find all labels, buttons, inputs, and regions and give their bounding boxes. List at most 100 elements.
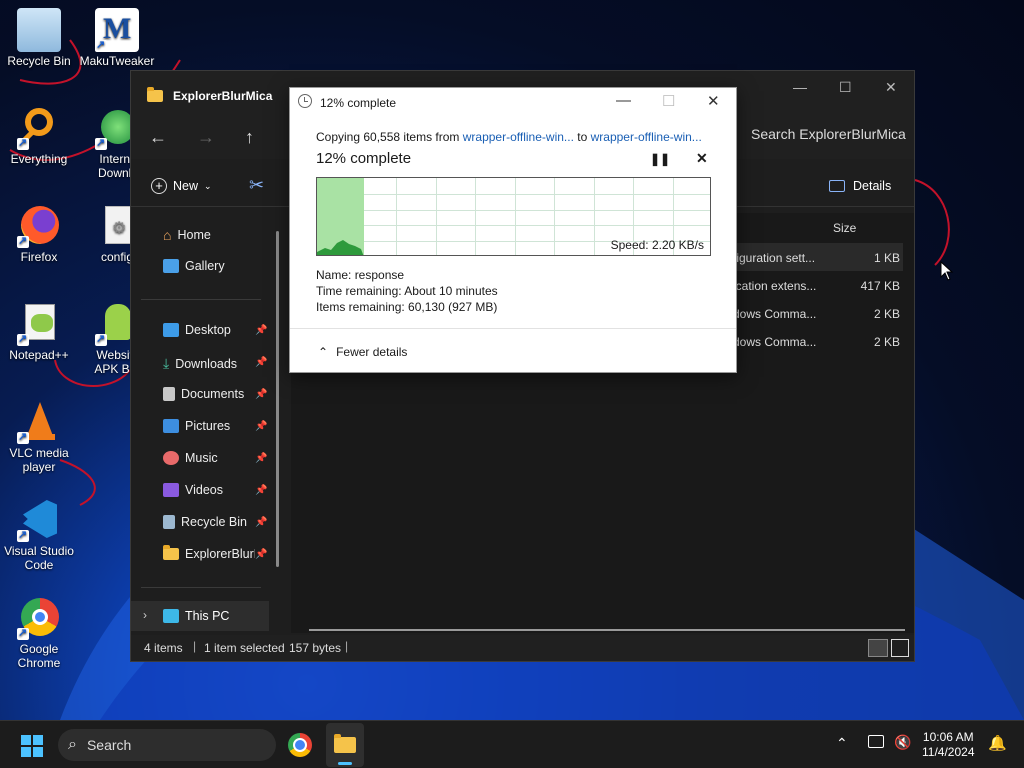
pin-icon[interactable]: 📌 <box>255 517 267 528</box>
notepadpp-icon <box>17 302 61 346</box>
desktop-icon-recycle-bin[interactable]: Recycle Bin <box>0 8 78 68</box>
progress-heading: 12% complete <box>316 150 412 167</box>
sidebar-item-home[interactable]: ⌂ Home <box>163 227 211 243</box>
cut-icon[interactable]: ✂ <box>249 175 264 196</box>
status-item-count: 4 items <box>144 641 183 655</box>
notification-bell-icon[interactable]: 🔔 <box>988 734 1007 752</box>
sidebar-item-this-pc[interactable]: › This PC <box>131 601 269 631</box>
desktop-icon-label: Visual Studio Code <box>4 544 74 572</box>
taskbar: ⌕ Search ⌃ 🔇 10:06 AM 11/4/2024 🔔 <box>0 720 1024 768</box>
desktop-icon-firefox[interactable]: Firefox <box>0 204 78 264</box>
close-icon[interactable]: ✕ <box>885 79 897 96</box>
copy-to-word: to <box>577 130 588 144</box>
desktop-icon-vlc[interactable]: VLC media player <box>0 400 78 474</box>
pin-icon[interactable]: 📌 <box>255 421 267 432</box>
sidebar-item-desktop[interactable]: Desktop <box>163 323 231 337</box>
maximize-icon[interactable]: ☐ <box>839 79 852 96</box>
taskbar-search-box[interactable]: ⌕ Search <box>58 729 276 761</box>
makutweaker-icon: M <box>95 8 139 52</box>
taskbar-clock[interactable]: 10:06 AM 11/4/2024 <box>922 730 975 760</box>
sidebar-item-explorerblurmica[interactable]: ExplorerBlurM <box>163 545 255 561</box>
pin-icon[interactable]: 📌 <box>255 485 267 496</box>
back-arrow-icon[interactable]: ← <box>149 127 167 148</box>
pin-icon[interactable]: 📌 <box>255 389 267 400</box>
close-icon[interactable]: ✕ <box>707 92 720 110</box>
search-input[interactable]: Search ExplorerBlurMica <box>751 126 906 142</box>
destination-folder-link[interactable]: wrapper-offline-win... <box>591 130 702 144</box>
sidebar-item-label: This PC <box>185 609 230 623</box>
sidebar-item-label: ExplorerBlurM <box>185 547 255 561</box>
sidebar-item-label: Downloads <box>175 356 238 371</box>
pause-icon[interactable]: ❚❚ <box>650 152 670 166</box>
chevron-up-icon[interactable]: ⌃ <box>836 735 848 752</box>
new-button[interactable]: + New ⌄ <box>151 178 212 194</box>
desktop-icon-everything[interactable]: Everything <box>0 106 78 166</box>
copy-description: Copying 60,558 items from wrapper-offlin… <box>316 130 702 144</box>
firefox-icon <box>17 204 61 248</box>
sidebar-divider <box>141 299 261 300</box>
details-button[interactable]: Details <box>829 179 891 193</box>
time-label: Time remaining: <box>316 284 402 298</box>
explorer-tab-title[interactable]: ExplorerBlurMica <box>173 89 272 103</box>
sidebar-item-downloads[interactable]: ⤓ Downloads <box>163 355 237 372</box>
horizontal-scrollbar[interactable] <box>309 629 905 631</box>
minimize-icon[interactable]: — <box>616 92 631 109</box>
chevron-up-icon: ⌃ <box>318 345 329 359</box>
sidebar-item-documents[interactable]: Documents <box>163 387 244 401</box>
volume-muted-icon[interactable]: 🔇 <box>894 734 911 751</box>
status-selected: 1 item selected <box>204 641 285 655</box>
pin-icon[interactable]: 📌 <box>255 549 267 560</box>
explorer-taskbar-button[interactable] <box>326 723 364 767</box>
pin-icon[interactable]: 📌 <box>255 325 267 336</box>
time-value: About 10 minutes <box>404 284 498 298</box>
fewer-details-button[interactable]: ⌃ Fewer details <box>318 345 407 359</box>
network-icon[interactable] <box>868 735 884 748</box>
sidebar-item-label: Home <box>177 228 211 242</box>
sidebar-item-pictures[interactable]: Pictures <box>163 419 230 433</box>
music-icon <box>163 451 179 465</box>
source-folder-link[interactable]: wrapper-offline-win... <box>463 130 574 144</box>
navigation-pane: ⌂ Home Gallery Desktop 📌 ⤓ Downloads 📌 Doc… <box>131 213 281 633</box>
chevron-right-icon[interactable]: › <box>143 608 147 622</box>
details-pane-icon <box>829 180 845 192</box>
speed-readout: Speed: 2.20 KB/s <box>610 238 704 252</box>
sidebar-item-label: Recycle Bin <box>181 515 247 529</box>
up-arrow-icon[interactable]: ↑ <box>245 127 254 148</box>
sidebar-scrollbar[interactable] <box>276 231 279 567</box>
desktop-icon-vscode[interactable]: Visual Studio Code <box>0 498 78 572</box>
forward-arrow-icon[interactable]: → <box>197 127 215 148</box>
transfer-speed-graph: Speed: 2.20 KB/s <box>316 177 711 256</box>
details-view-icon[interactable] <box>868 639 888 657</box>
tiles-view-icon[interactable] <box>891 639 909 657</box>
folder-icon <box>147 87 163 102</box>
sidebar-item-recycle-bin[interactable]: Recycle Bin <box>163 515 247 529</box>
sidebar-item-gallery[interactable]: Gallery <box>163 259 225 273</box>
pin-icon[interactable]: 📌 <box>255 453 267 464</box>
everything-icon <box>17 106 61 150</box>
recycle-bin-icon <box>163 515 175 529</box>
sidebar-item-label: Pictures <box>185 419 231 433</box>
this-pc-icon <box>163 609 179 623</box>
sidebar-item-label: Documents <box>181 387 245 401</box>
desktop-icon-label: Notepad++ <box>9 348 69 362</box>
sidebar-item-music[interactable]: Music <box>163 451 218 465</box>
file-size-cell: 417 KB <box>860 279 900 293</box>
start-windows-icon[interactable] <box>21 735 43 757</box>
vscode-icon <box>17 498 61 542</box>
sidebar-divider <box>141 587 261 588</box>
minimize-icon[interactable]: — <box>793 79 807 95</box>
details-label: Details <box>853 179 892 193</box>
clock-date: 11/4/2024 <box>922 745 975 759</box>
column-header-size[interactable]: Size <box>833 221 856 235</box>
cancel-icon[interactable]: ✕ <box>696 150 708 167</box>
desktop-icon-label: Google Chrome <box>17 642 61 670</box>
status-divider: | <box>193 639 197 653</box>
chrome-taskbar-icon[interactable] <box>288 733 312 757</box>
desktop-icon-makutweaker[interactable]: M MakuTweaker <box>78 8 156 68</box>
sidebar-item-videos[interactable]: Videos <box>163 483 223 497</box>
pin-icon[interactable]: 📌 <box>255 357 267 368</box>
chevron-down-icon: ⌄ <box>204 180 212 191</box>
desktop-icon-notepadpp[interactable]: Notepad++ <box>0 302 78 362</box>
desktop-icon-google-chrome[interactable]: Google Chrome <box>0 596 78 670</box>
google-chrome-icon <box>17 596 61 640</box>
